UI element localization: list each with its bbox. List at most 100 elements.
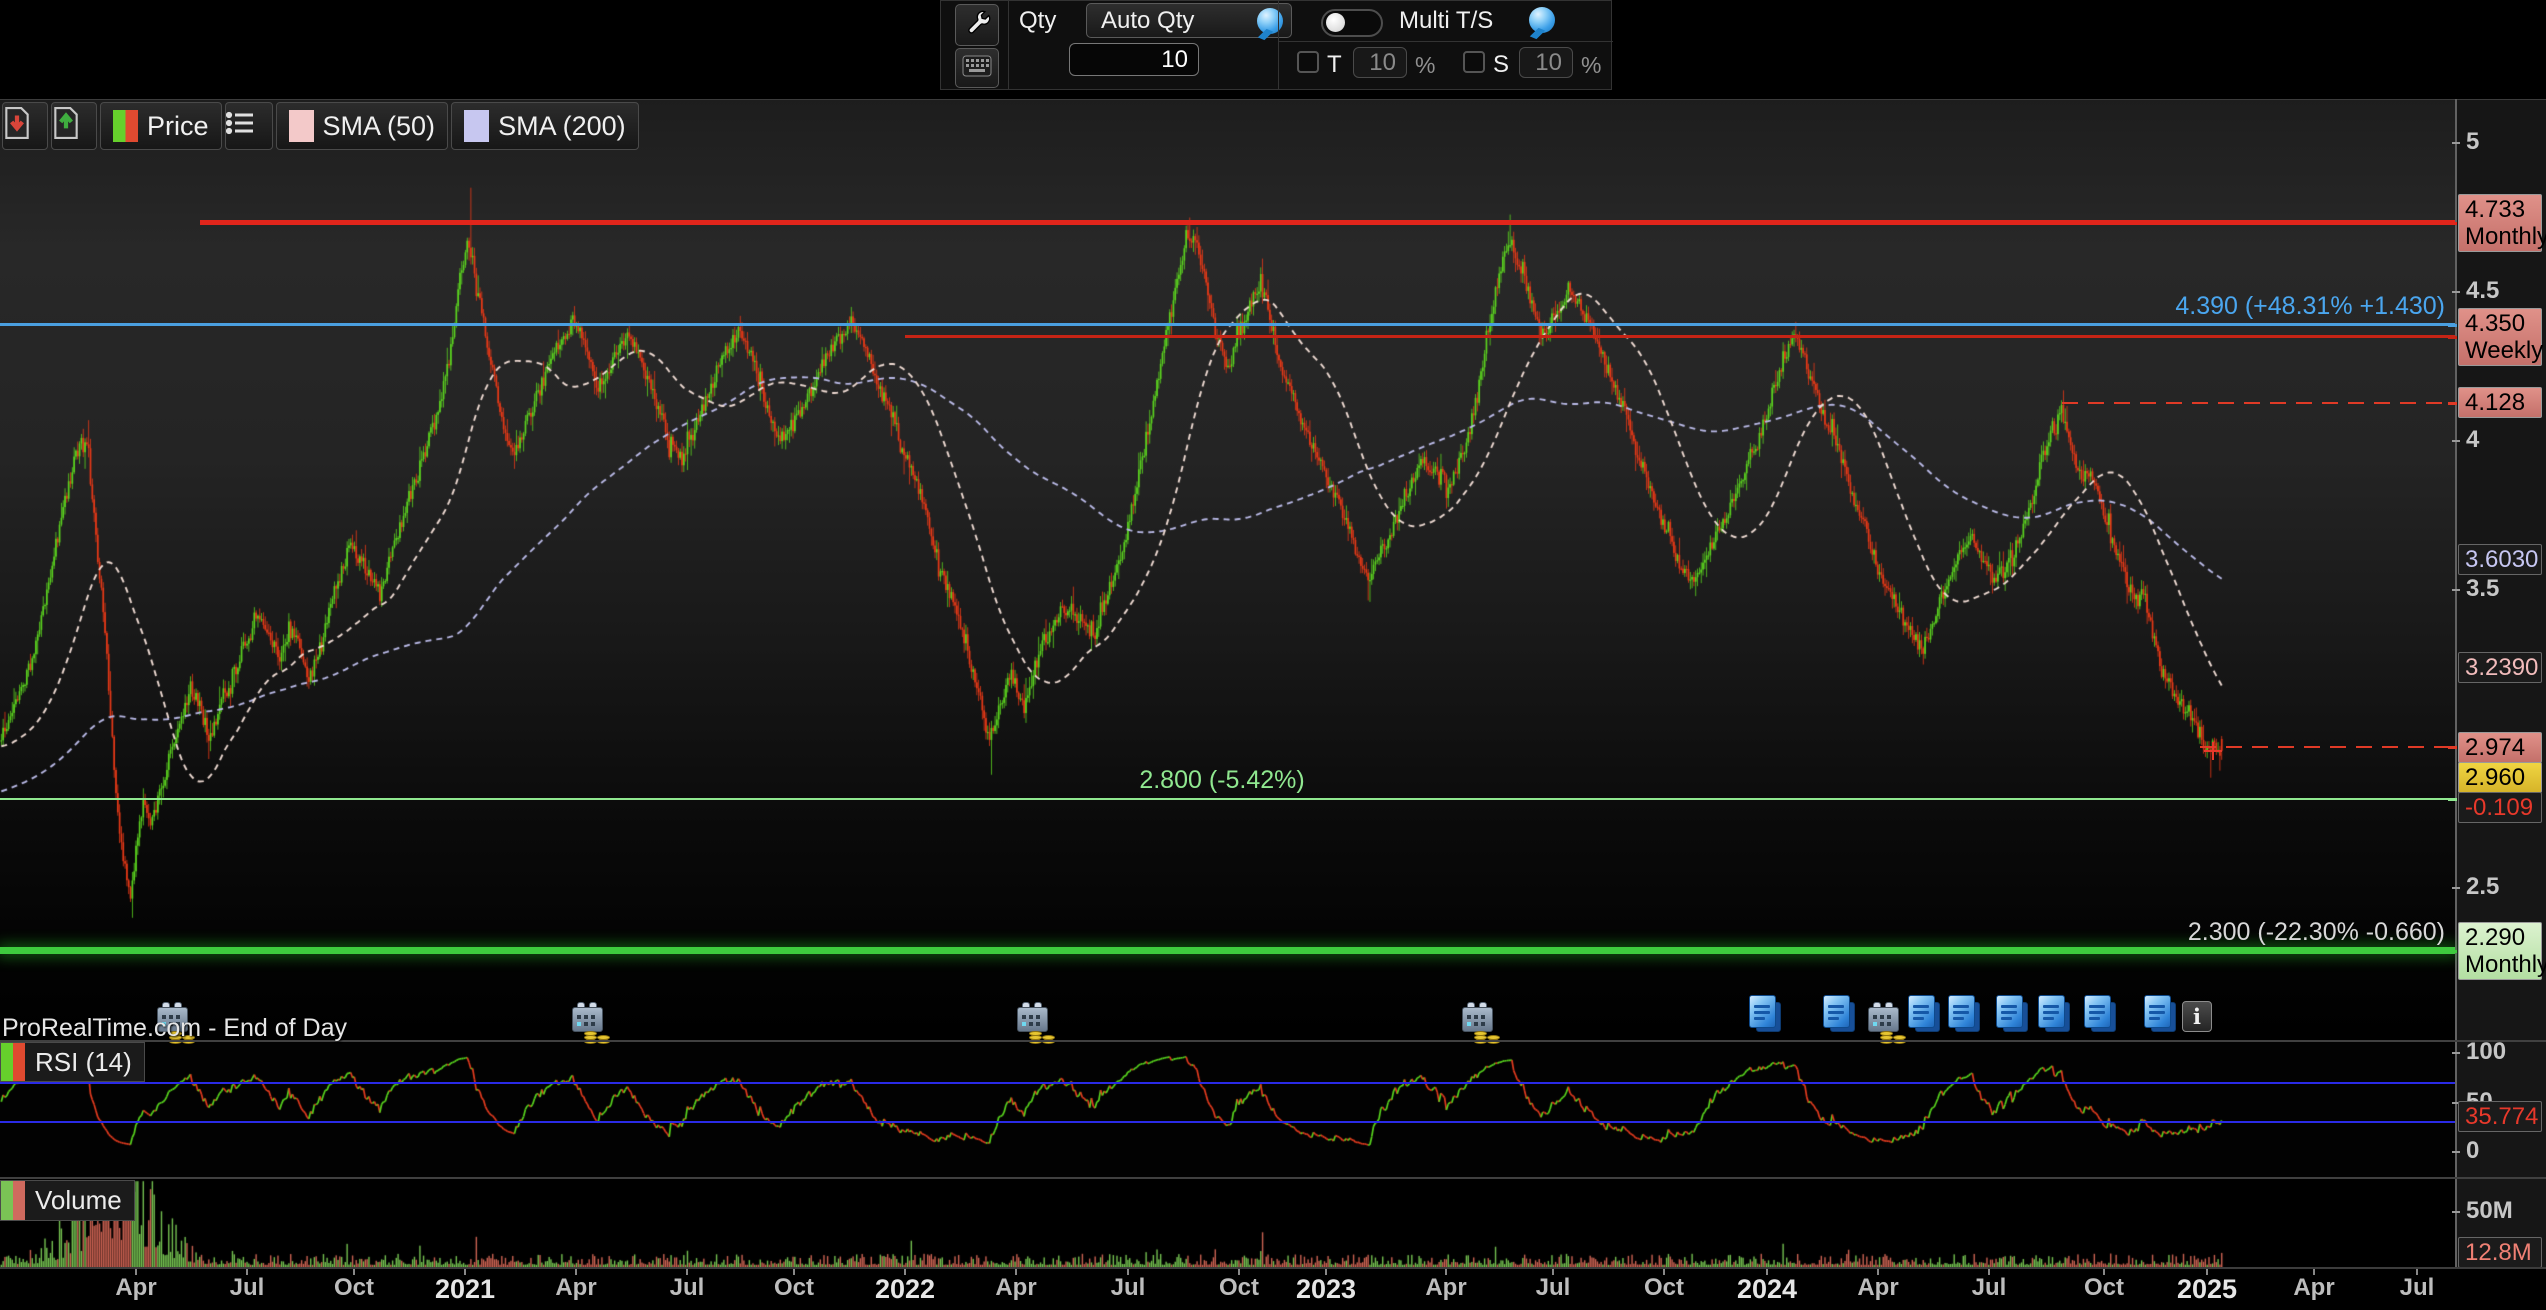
auto-qty-button[interactable]: Auto Qty	[1086, 3, 1292, 38]
multi-ts-help-bubble-icon[interactable]	[1529, 7, 1555, 33]
volume-axis-separator	[0, 1267, 2546, 1269]
price-tick-2.5-dash	[2452, 887, 2460, 889]
qty-input[interactable]	[1069, 43, 1199, 76]
sma50-legend-button[interactable]: SMA (50)	[276, 102, 449, 150]
x-axis-label-Jul: Jul	[2400, 1274, 2435, 1302]
x-axis-label-Apr: Apr	[1857, 1274, 1898, 1302]
axis-level-mark	[2448, 746, 2457, 749]
price-level-line-4.39[interactable]	[0, 323, 2455, 326]
news-report-icon[interactable]	[2144, 995, 2178, 1033]
take-profit-label: T	[1327, 51, 1342, 79]
dividend-calendar-icon[interactable]	[572, 1002, 612, 1044]
volume-legend-button[interactable]: Volume	[0, 1180, 135, 1221]
price-level-line-4.128[interactable]	[2062, 402, 2455, 404]
x-axis-label-2021: 2021	[435, 1274, 495, 1305]
x-axis-label-Jul: Jul	[1111, 1274, 1146, 1302]
axis-level-mark	[2448, 222, 2457, 225]
rsi-volume-separator[interactable]	[0, 1177, 2546, 1179]
trading-app-window: Qty Auto Qty Multi T/S T % S %	[0, 0, 2546, 1310]
price-swatch-icon	[113, 110, 138, 142]
news-report-icon[interactable]	[1823, 995, 1857, 1033]
volume-chart-canvas[interactable]	[0, 1178, 2455, 1267]
indicator-list-button[interactable]	[225, 102, 273, 150]
info-icon[interactable]: i	[2182, 1001, 2212, 1032]
tools-wrench-button[interactable]	[955, 4, 999, 46]
price-tick-5: 5	[2466, 128, 2479, 156]
multi-ts-toggle[interactable]	[1321, 9, 1383, 37]
rsi-tick-0: 0	[2466, 1137, 2479, 1165]
axis-badge-4.733: 4.733Monthly	[2458, 194, 2542, 252]
price-level-line-2.974[interactable]	[2200, 746, 2455, 748]
axis-badge-12.8M: 12.8M	[2458, 1237, 2542, 1268]
dividend-calendar-icon[interactable]	[1017, 1002, 1057, 1044]
axis-badge-4.128: 4.128	[2458, 387, 2542, 418]
take-profit-unit: %	[1415, 52, 1435, 79]
order-toolbar: Qty Auto Qty Multi T/S T % S %	[940, 0, 1612, 90]
news-report-icon[interactable]	[2084, 995, 2118, 1033]
sma200-legend-button[interactable]: SMA (200)	[451, 102, 639, 150]
x-axis-label-Oct: Oct	[774, 1274, 814, 1302]
axis-badge-2.974: 2.974	[2458, 732, 2542, 763]
price-level-line-2.8[interactable]	[0, 798, 2455, 800]
axis-level-mark	[2448, 402, 2457, 405]
rsi-legend-button[interactable]: RSI (14)	[0, 1042, 145, 1082]
auto-qty-help-bubble-icon[interactable]	[1257, 8, 1283, 34]
export-down-button[interactable]	[2, 102, 48, 150]
price-level-line-4.35[interactable]	[905, 335, 2455, 338]
wrench-icon	[964, 9, 991, 41]
price-legend-button[interactable]: Price	[100, 102, 222, 150]
axis-level-mark	[2448, 950, 2457, 953]
price-legend-label: Price	[147, 111, 209, 142]
axis-badge-3.6030: 3.6030	[2458, 544, 2542, 575]
x-axis-label-Jul: Jul	[1536, 1274, 1571, 1302]
dividend-calendar-icon[interactable]	[1868, 1002, 1908, 1044]
keyboard-button[interactable]	[955, 48, 999, 88]
price-level-line-2.29[interactable]	[0, 947, 2455, 954]
news-report-icon[interactable]	[1948, 995, 1982, 1033]
news-report-icon[interactable]	[1749, 995, 1783, 1033]
qty-label: Qty	[1019, 7, 1056, 35]
price-rsi-separator[interactable]	[0, 1040, 2546, 1042]
take-profit-input[interactable]	[1353, 47, 1407, 78]
last-price-cross-marker	[2212, 742, 2214, 760]
price-tick-4: 4	[2466, 426, 2479, 454]
x-axis-label-Oct: Oct	[1644, 1274, 1684, 1302]
x-axis-label-Apr: Apr	[995, 1274, 1036, 1302]
page-down-arrow-icon	[3, 107, 31, 146]
x-axis-label-Jul: Jul	[230, 1274, 265, 1302]
level-label-4.39: 4.390 (+48.31% +1.430)	[2175, 292, 2445, 321]
price-level-line-4.733[interactable]	[200, 220, 2455, 225]
price-tick-4.5: 4.5	[2466, 277, 2499, 305]
rsi-chart-canvas[interactable]	[0, 1042, 2455, 1177]
sma200-legend-label: SMA (200)	[498, 111, 626, 142]
news-report-icon[interactable]	[1996, 995, 2030, 1033]
volume-tick-50m-dash	[2452, 1211, 2460, 1213]
news-report-icon[interactable]	[1908, 995, 1942, 1033]
x-axis-label-2024: 2024	[1737, 1274, 1797, 1305]
axis-badge-4.350: 4.350Weekly	[2458, 308, 2542, 366]
volume-tick-50m: 50M	[2466, 1197, 2513, 1225]
stop-loss-checkbox[interactable]	[1463, 51, 1485, 73]
x-axis-label-Oct: Oct	[2084, 1274, 2124, 1302]
rsi-swatch-icon	[1, 1043, 25, 1081]
axis-level-mark	[2448, 336, 2457, 339]
level-label-2.29: 2.300 (-22.30% -0.660)	[2188, 918, 2445, 947]
rsi-level-line	[0, 1082, 2455, 1084]
sma50-legend-label: SMA (50)	[323, 111, 436, 142]
x-axis-label-Jul: Jul	[1972, 1274, 2007, 1302]
sma200-swatch-icon	[464, 110, 489, 142]
axis-badge--0.109: -0.109	[2458, 792, 2542, 823]
import-up-button[interactable]	[51, 102, 97, 150]
take-profit-checkbox[interactable]	[1297, 51, 1319, 73]
stop-loss-input[interactable]	[1519, 47, 1573, 78]
price-chart-canvas[interactable]	[0, 99, 2455, 1040]
x-axis-label-2023: 2023	[1296, 1274, 1356, 1305]
x-axis-label-Oct: Oct	[334, 1274, 374, 1302]
volume-legend-label: Volume	[35, 1185, 122, 1216]
news-report-icon[interactable]	[2038, 995, 2072, 1033]
keyboard-icon	[962, 55, 992, 82]
x-axis-label-Apr: Apr	[1425, 1274, 1466, 1302]
level-label-2.8: 2.800 (-5.42%)	[1139, 766, 1304, 795]
axis-level-mark	[2448, 324, 2457, 327]
dividend-calendar-icon[interactable]	[1462, 1002, 1502, 1044]
